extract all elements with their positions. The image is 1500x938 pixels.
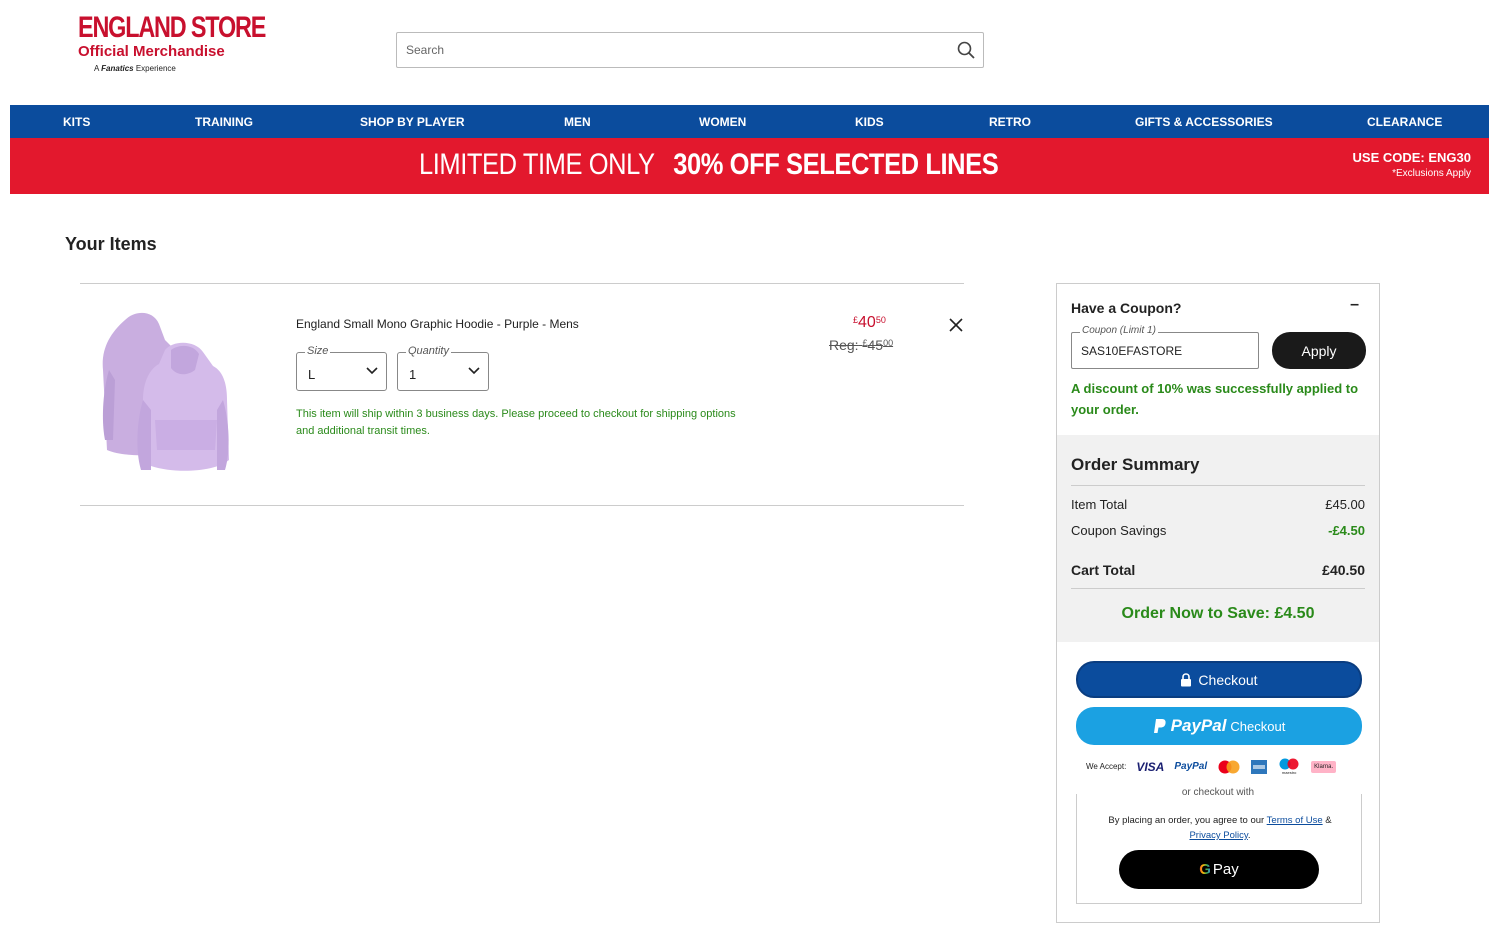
- item-total-value: £45.00: [1325, 497, 1365, 512]
- paypal-label: PayPal: [1170, 716, 1227, 735]
- divider: [80, 283, 964, 284]
- product-name[interactable]: England Small Mono Graphic Hoodie - Purp…: [296, 317, 579, 331]
- nav-item-retro[interactable]: RETRO: [989, 115, 1031, 129]
- quantity-select[interactable]: Quantity 1: [397, 345, 489, 391]
- quantity-value: 1: [409, 367, 417, 382]
- google-pay-label: Pay: [1212, 861, 1239, 878]
- store-logo[interactable]: ENGLAND STORE Official Merchandise A Fan…: [70, 12, 280, 88]
- nav-item-clearance[interactable]: CLEARANCE: [1367, 115, 1442, 129]
- coupon-savings-value: -£4.50: [1328, 523, 1365, 538]
- brand-name: ENGLAND STORE: [78, 11, 266, 44]
- divider: [1071, 588, 1365, 589]
- coupon-field[interactable]: Coupon (Limit 1) SAS10EFASTORE: [1071, 325, 1259, 369]
- nav-item-shop-by-player[interactable]: SHOP BY PLAYER: [360, 115, 464, 129]
- nav-item-men[interactable]: MEN: [564, 115, 591, 129]
- paypal-checkout-button[interactable]: PayPal Checkout: [1076, 707, 1362, 745]
- coupon-field-value: SAS10EFASTORE: [1081, 344, 1183, 358]
- amex-icon: [1251, 759, 1268, 774]
- paypal-checkout-label: Checkout: [1230, 718, 1286, 734]
- klarna-icon: Klarna.: [1311, 760, 1337, 773]
- lock-icon: [1181, 672, 1192, 686]
- order-summary-title: Order Summary: [1071, 455, 1200, 474]
- accepted-payments: We Accept: VISA PayPal maestro Klarna.: [1086, 758, 1337, 775]
- coupon-field-label: Coupon (Limit 1): [1080, 325, 1158, 336]
- nav-item-kids[interactable]: KIDS: [855, 115, 884, 129]
- coupon-success-message: A discount of 10% was successfully appli…: [1071, 381, 1359, 417]
- paypal-logo-icon: [1153, 719, 1166, 733]
- google-g-icon: G: [1199, 861, 1211, 878]
- terms-notice: By placing an order, you agree to our Te…: [1108, 815, 1332, 841]
- checkout-button[interactable]: Checkout: [1076, 661, 1362, 698]
- main-nav: KITS TRAINING SHOP BY PLAYER MEN WOMEN K…: [10, 105, 1489, 138]
- checkout-label: Checkout: [1198, 671, 1258, 688]
- search-bar: [396, 32, 984, 68]
- item-total-row: Item Total £45.00: [1071, 497, 1365, 512]
- or-checkout-with: or checkout with: [1057, 787, 1379, 798]
- google-pay-button[interactable]: G Pay: [1119, 850, 1319, 889]
- we-accept-label: We Accept:: [1086, 762, 1127, 771]
- divider: [1071, 485, 1365, 486]
- size-select[interactable]: Size L: [296, 345, 387, 391]
- search-input[interactable]: [397, 33, 917, 67]
- chevron-down-icon: [468, 367, 480, 375]
- divider: [80, 505, 964, 506]
- product-image[interactable]: [95, 310, 235, 480]
- coupon-title: Have a Coupon?: [1071, 300, 1182, 316]
- shipping-message: This item will ship within 3 business da…: [296, 408, 736, 437]
- terms-link[interactable]: Terms of Use: [1267, 815, 1323, 826]
- nav-item-kits[interactable]: KITS: [63, 115, 90, 129]
- coupon-savings-label: Coupon Savings: [1071, 523, 1167, 538]
- cart-total-value: £40.50: [1322, 562, 1365, 578]
- nav-item-women[interactable]: WOMEN: [699, 115, 746, 129]
- promo-banner[interactable]: LIMITED TIME ONLY 30% OFF SELECTED LINES …: [10, 138, 1489, 194]
- promo-headline: LIMITED TIME ONLY 30% OFF SELECTED LINES: [419, 148, 999, 181]
- promo-exclusions: *Exclusions Apply: [1392, 168, 1471, 179]
- promo-code: USE CODE: ENG30: [1352, 150, 1471, 165]
- sale-price: £4050: [853, 314, 886, 331]
- coupon-collapse-button[interactable]: –: [1350, 296, 1359, 314]
- paypal-small-icon: PayPal: [1174, 761, 1208, 772]
- apply-coupon-button[interactable]: Apply: [1272, 332, 1366, 369]
- privacy-link[interactable]: Privacy Policy: [1189, 830, 1247, 841]
- brand-subtitle: Official Merchandise: [78, 43, 225, 60]
- brand-tagline: A Fanatics Experience: [94, 64, 176, 73]
- search-icon[interactable]: [957, 41, 975, 59]
- cart-total-label: Cart Total: [1071, 562, 1136, 578]
- order-summary: Order Summary Item Total £45.00 Coupon S…: [1057, 435, 1379, 642]
- chevron-down-icon: [366, 367, 378, 375]
- mastercard-icon: [1218, 760, 1240, 773]
- item-total-label: Item Total: [1071, 497, 1128, 512]
- size-value: L: [308, 367, 316, 382]
- nav-item-training[interactable]: TRAINING: [195, 115, 253, 129]
- save-message: Order Now to Save: £4.50: [1121, 605, 1315, 622]
- quantity-label: Quantity: [406, 345, 451, 357]
- visa-icon: VISA: [1136, 759, 1165, 774]
- coupon-savings-row: Coupon Savings -£4.50: [1071, 523, 1365, 538]
- cart-total-row: Cart Total £40.50: [1071, 562, 1365, 578]
- maestro-icon: maestro: [1277, 758, 1301, 775]
- checkout-sidebar: Have a Coupon? – Coupon (Limit 1) SAS10E…: [1056, 283, 1380, 923]
- cart-title: Your Items: [65, 234, 157, 254]
- nav-item-gifts-accessories[interactable]: GIFTS & ACCESSORIES: [1135, 115, 1273, 129]
- regular-price: Reg: £4500: [829, 337, 894, 353]
- remove-item-close-icon[interactable]: [948, 317, 964, 333]
- size-label: Size: [305, 345, 331, 357]
